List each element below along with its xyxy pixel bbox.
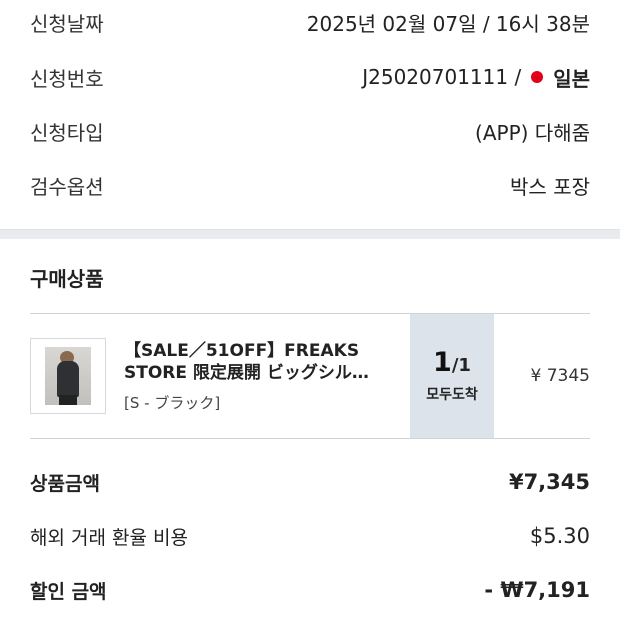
model-body-shape	[57, 361, 79, 397]
info-row-inspection: 검수옵션 박스 포장	[30, 158, 590, 212]
info-row-type: 신청타입 (APP) 다해줌	[30, 104, 590, 158]
order-info-section: 신청날짜 2025년 02월 07일 / 16시 38분 신청번호 J25020…	[0, 0, 620, 212]
info-value: 2025년 02월 07일 / 16시 38분	[306, 11, 590, 36]
quantity: 1/1	[433, 348, 471, 378]
summary-row-fx-fee: 해외 거래 환율 비용 $5.30	[30, 509, 590, 563]
info-value-group: J25020701111 / 일본	[362, 63, 590, 92]
product-option: [S - ブラック]	[124, 394, 221, 412]
info-label: 검수옵션	[30, 174, 104, 199]
quantity-status-cell: 1/1 모두도착	[410, 314, 494, 438]
summary-label: 해외 거래 환율 비용	[30, 526, 188, 549]
section-divider	[0, 229, 620, 239]
product-name[interactable]: 【SALE／51OFF】FREAKS STORE 限定展開 ビッグシル…	[124, 340, 374, 384]
summary-label: 할인 금액	[30, 580, 107, 603]
arrival-status: 모두도착	[426, 387, 478, 403]
quantity-total: /1	[451, 355, 471, 376]
model-legs-shape	[59, 395, 77, 405]
product-thumbnail[interactable]	[30, 338, 106, 414]
summary-label: 상품금액	[30, 472, 100, 495]
japan-flag-icon	[531, 71, 544, 83]
info-label: 신청날짜	[30, 11, 104, 36]
info-label: 신청번호	[30, 66, 104, 91]
info-row-date: 신청날짜 2025년 02월 07일 / 16시 38분	[30, 0, 590, 50]
product-image	[45, 347, 91, 405]
summary-row-discount: 할인 금액 - ₩7,191	[30, 563, 590, 617]
order-number: J25020701111 /	[362, 65, 522, 89]
summary-value: - ₩7,191	[484, 578, 590, 602]
product-thumbnail-cell	[30, 314, 106, 438]
product-row[interactable]: 【SALE／51OFF】FREAKS STORE 限定展開 ビッグシル… [S …	[30, 313, 590, 439]
summary-value: ¥7,345	[508, 470, 590, 494]
summary-row-product-amount: 상품금액 ¥7,345	[30, 455, 590, 509]
section-title: 구매상품	[30, 266, 104, 291]
info-value: 박스 포장	[510, 174, 590, 199]
summary-value: $5.30	[529, 524, 590, 548]
products-section: 구매상품 【SALE／51OFF】FREAKS STORE 限定展開 ビッグシル…	[0, 239, 620, 439]
info-row-order-number: 신청번호 J25020701111 / 일본	[30, 50, 590, 104]
product-info: 【SALE／51OFF】FREAKS STORE 限定展開 ビッグシル… [S …	[106, 314, 410, 438]
price-summary: 상품금액 ¥7,345 해외 거래 환율 비용 $5.30 할인 금액 - ₩7…	[0, 455, 620, 617]
info-label: 신청타입	[30, 120, 104, 145]
info-value: (APP) 다해줌	[475, 120, 590, 145]
product-price: ¥ 7345	[530, 366, 590, 386]
country-name: 일본	[553, 66, 590, 91]
quantity-arrived: 1	[433, 347, 452, 378]
